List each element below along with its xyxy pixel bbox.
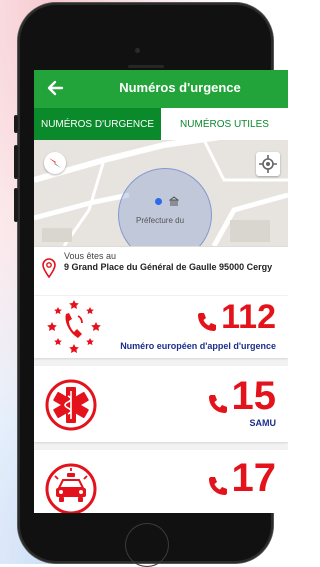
phone-icon: [208, 395, 227, 413]
my-location-button[interactable]: [256, 152, 280, 176]
current-address: Vous êtes au 9 Grand Place du Général de…: [34, 246, 288, 295]
location-pin-icon: [42, 258, 56, 278]
phone-icon: [208, 477, 227, 495]
app-bar: Numéros d'urgence: [34, 70, 288, 108]
mute-switch: [14, 115, 18, 133]
emergency-number: 17: [231, 456, 277, 500]
emergency-label: SAMU: [249, 418, 277, 428]
emergency-card-112[interactable]: 112 Numéro européen d'appel d'urgence: [34, 296, 288, 358]
european-emergency-icon: [47, 300, 101, 353]
current-location-dot: [155, 198, 162, 205]
emergency-number: 112: [221, 298, 276, 336]
emergency-card-17[interactable]: 17: [34, 450, 288, 513]
tab-useful-numbers[interactable]: NUMÉROS UTILES: [161, 108, 288, 140]
earpiece-speaker: [128, 65, 164, 68]
location-map[interactable]: Préfecture du: [34, 140, 288, 246]
police-car-icon: [45, 463, 97, 513]
number-row-112: 112: [195, 300, 276, 334]
phone-icon: [198, 313, 217, 331]
number-row-15: 15: [206, 374, 277, 418]
emergency-card-15[interactable]: 15 SAMU: [34, 366, 288, 442]
app-screen: Numéros d'urgence NUMÉROS D'URGENCE NUMÉ…: [34, 70, 288, 513]
number-row-17: 17: [206, 456, 277, 500]
compass-icon: [49, 158, 61, 168]
address-text: 9 Grand Place du Général de Gaulle 95000…: [64, 262, 273, 272]
address-prefix: Vous êtes au: [64, 251, 117, 261]
tab-emergency-numbers[interactable]: NUMÉROS D'URGENCE: [34, 108, 161, 140]
medical-star-of-life-icon: [45, 379, 97, 431]
tab-bar: NUMÉROS D'URGENCE NUMÉROS UTILES: [34, 108, 288, 140]
emergency-label: Numéro européen d'appel d'urgence: [120, 341, 276, 351]
building-icon: [169, 196, 179, 206]
home-button[interactable]: [125, 523, 169, 567]
volume-down-button: [14, 188, 18, 222]
emergency-number: 15: [231, 374, 277, 418]
front-camera: [135, 48, 140, 53]
volume-up-button: [14, 145, 18, 179]
page-title: Numéros d'urgence: [119, 80, 241, 95]
compass-button[interactable]: [44, 152, 66, 174]
crosshair-icon: [259, 155, 277, 173]
map-poi-label: Préfecture du: [136, 216, 185, 225]
